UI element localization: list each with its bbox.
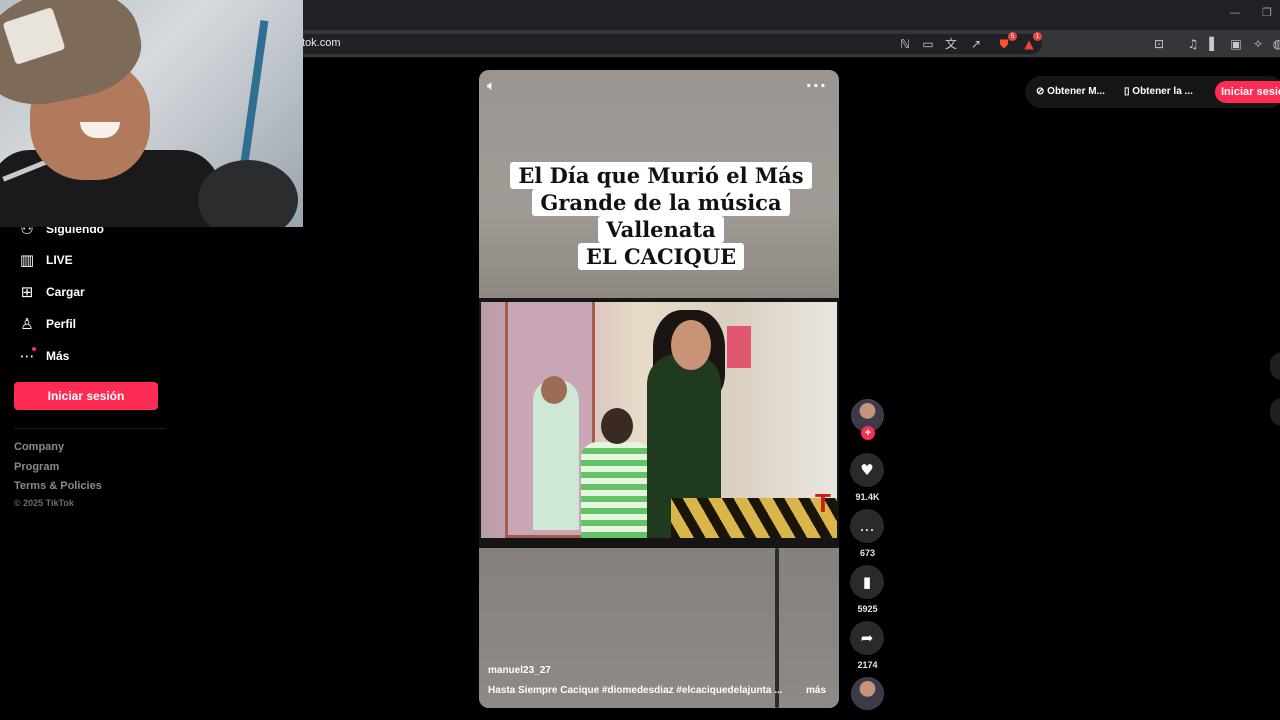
translate-icon[interactable]: 文 (941, 34, 961, 54)
more-dots-icon: ⋯ (19, 347, 36, 365)
footer-link-program[interactable]: Program (14, 461, 59, 473)
url-text: tok.com (302, 37, 341, 49)
caption-line: EL CACIQUE (577, 243, 745, 270)
description-more-link[interactable]: más (806, 685, 826, 696)
sidebar-item-label: LIVE (46, 253, 73, 267)
share-count: 2174 (857, 660, 878, 670)
sidebar-divider (14, 428, 164, 429)
brave-shield-icon[interactable]: ⛊ 5 (994, 32, 1017, 54)
get-app-label-2: Obtener la ... (1132, 86, 1193, 97)
scene-sofa (671, 498, 837, 538)
bookmark-icon[interactable]: ▮ (850, 565, 884, 599)
footer-link-terms[interactable]: Terms & Policies (14, 480, 102, 492)
video-tv-frame: T (479, 298, 839, 548)
save-count: 5925 (857, 604, 878, 614)
sidebar-item-live[interactable]: ▥ LIVE (16, 249, 73, 271)
scroll-down-button[interactable] (1270, 398, 1280, 426)
scene-woman-face (671, 320, 711, 370)
sound-avatar[interactable] (851, 677, 884, 710)
wallet-icon[interactable]: ▣ (1226, 34, 1246, 54)
volume-icon[interactable]: 🔈︎ (487, 78, 507, 96)
scroll-up-button[interactable] (1270, 352, 1280, 380)
caption-line: Grande de la música (532, 189, 790, 216)
comment-icon[interactable]: … (850, 509, 884, 543)
mic-stand (239, 20, 269, 170)
get-app-button-2[interactable]: ▯ Obtener la ... (1124, 86, 1193, 97)
login-button[interactable]: Iniciar sesión (14, 382, 158, 410)
rewards-badge: 1 (1033, 32, 1042, 41)
video-cable (775, 548, 779, 708)
profile-icon: ♙ (20, 315, 34, 333)
brave-rewards-icon[interactable]: ▲ 1 (1019, 32, 1042, 54)
comment-action[interactable]: … 673 (850, 509, 885, 558)
leo-icon[interactable]: ✧ (1248, 34, 1268, 54)
notification-dot (32, 347, 36, 351)
scene-child (581, 442, 651, 538)
live-icon: ▥ (19, 251, 35, 269)
tab-search-icon[interactable]: ⊡ (1149, 34, 1169, 54)
share-arrow-icon[interactable]: ➦ (850, 621, 884, 655)
sidebar-item-upload[interactable]: ⊞ Cargar (16, 281, 85, 303)
sidebar-item-label: Perfil (46, 317, 77, 331)
minimize-button[interactable]: — (1226, 6, 1244, 22)
vpn-icon[interactable]: ◍ (1268, 34, 1280, 54)
sidebar-item-label: Cargar (46, 285, 85, 299)
like-count: 91.4K (855, 492, 880, 502)
webcam-overlay (0, 0, 303, 227)
upload-icon: ⊞ (20, 283, 34, 301)
reader-mode-icon[interactable]: ℕ (895, 34, 915, 54)
sidebar-item-more[interactable]: ⋯ Más (16, 345, 69, 367)
microphone (198, 160, 298, 227)
copyright-text: © 2025 TikTok (14, 498, 74, 508)
restore-button[interactable]: ❐ (1258, 6, 1276, 22)
heart-icon[interactable]: ♥ (850, 453, 884, 487)
more-options-icon[interactable]: ··· (806, 76, 827, 95)
phone-icon: ▯ (1124, 86, 1130, 97)
video-author[interactable]: manuel23_27 (488, 665, 551, 676)
media-icon[interactable]: ♫ (1183, 34, 1203, 54)
sidebar-item-label: Más (46, 349, 70, 363)
video-wall-bottom (479, 548, 839, 708)
get-app-button-1[interactable]: ⊘ Obtener M... (1036, 86, 1105, 97)
video-scene: T (481, 302, 837, 538)
scene-wall-art (727, 326, 751, 368)
channel-logo: T (815, 488, 831, 518)
scene-nurse-head (541, 376, 567, 404)
compass-icon: ⊘ (1036, 86, 1045, 97)
footer-link-company[interactable]: Company (14, 441, 64, 453)
sidebar-icon[interactable]: ▌ (1204, 34, 1224, 54)
share-action[interactable]: ➦ 2174 (850, 621, 885, 670)
caption-line: El Día que Murió el Más (510, 162, 812, 189)
like-action[interactable]: ♥ 91.4K (850, 453, 885, 502)
follow-plus-icon[interactable]: + (861, 426, 875, 440)
shield-badge: 5 (1008, 32, 1017, 41)
video-caption: El Día que Murió el Más Grande de la mús… (501, 162, 821, 270)
top-login-button[interactable]: Iniciar sesión (1215, 81, 1280, 103)
cast-icon[interactable]: ▭ (918, 34, 938, 54)
save-action[interactable]: ▮ 5925 (850, 565, 885, 614)
scene-child-head (601, 408, 633, 444)
comment-count: 673 (859, 548, 876, 558)
caption-line: Vallenata (598, 216, 724, 243)
sidebar-item-profile[interactable]: ♙ Perfil (16, 313, 76, 335)
share-icon[interactable]: ↗ (966, 34, 986, 54)
video-description: Hasta Siempre Cacique #diomedesdiaz #elc… (488, 685, 783, 696)
get-app-label-1: Obtener M... (1047, 86, 1105, 97)
video-player[interactable]: T El Día que Murió el Más Grande de la m… (479, 70, 839, 708)
